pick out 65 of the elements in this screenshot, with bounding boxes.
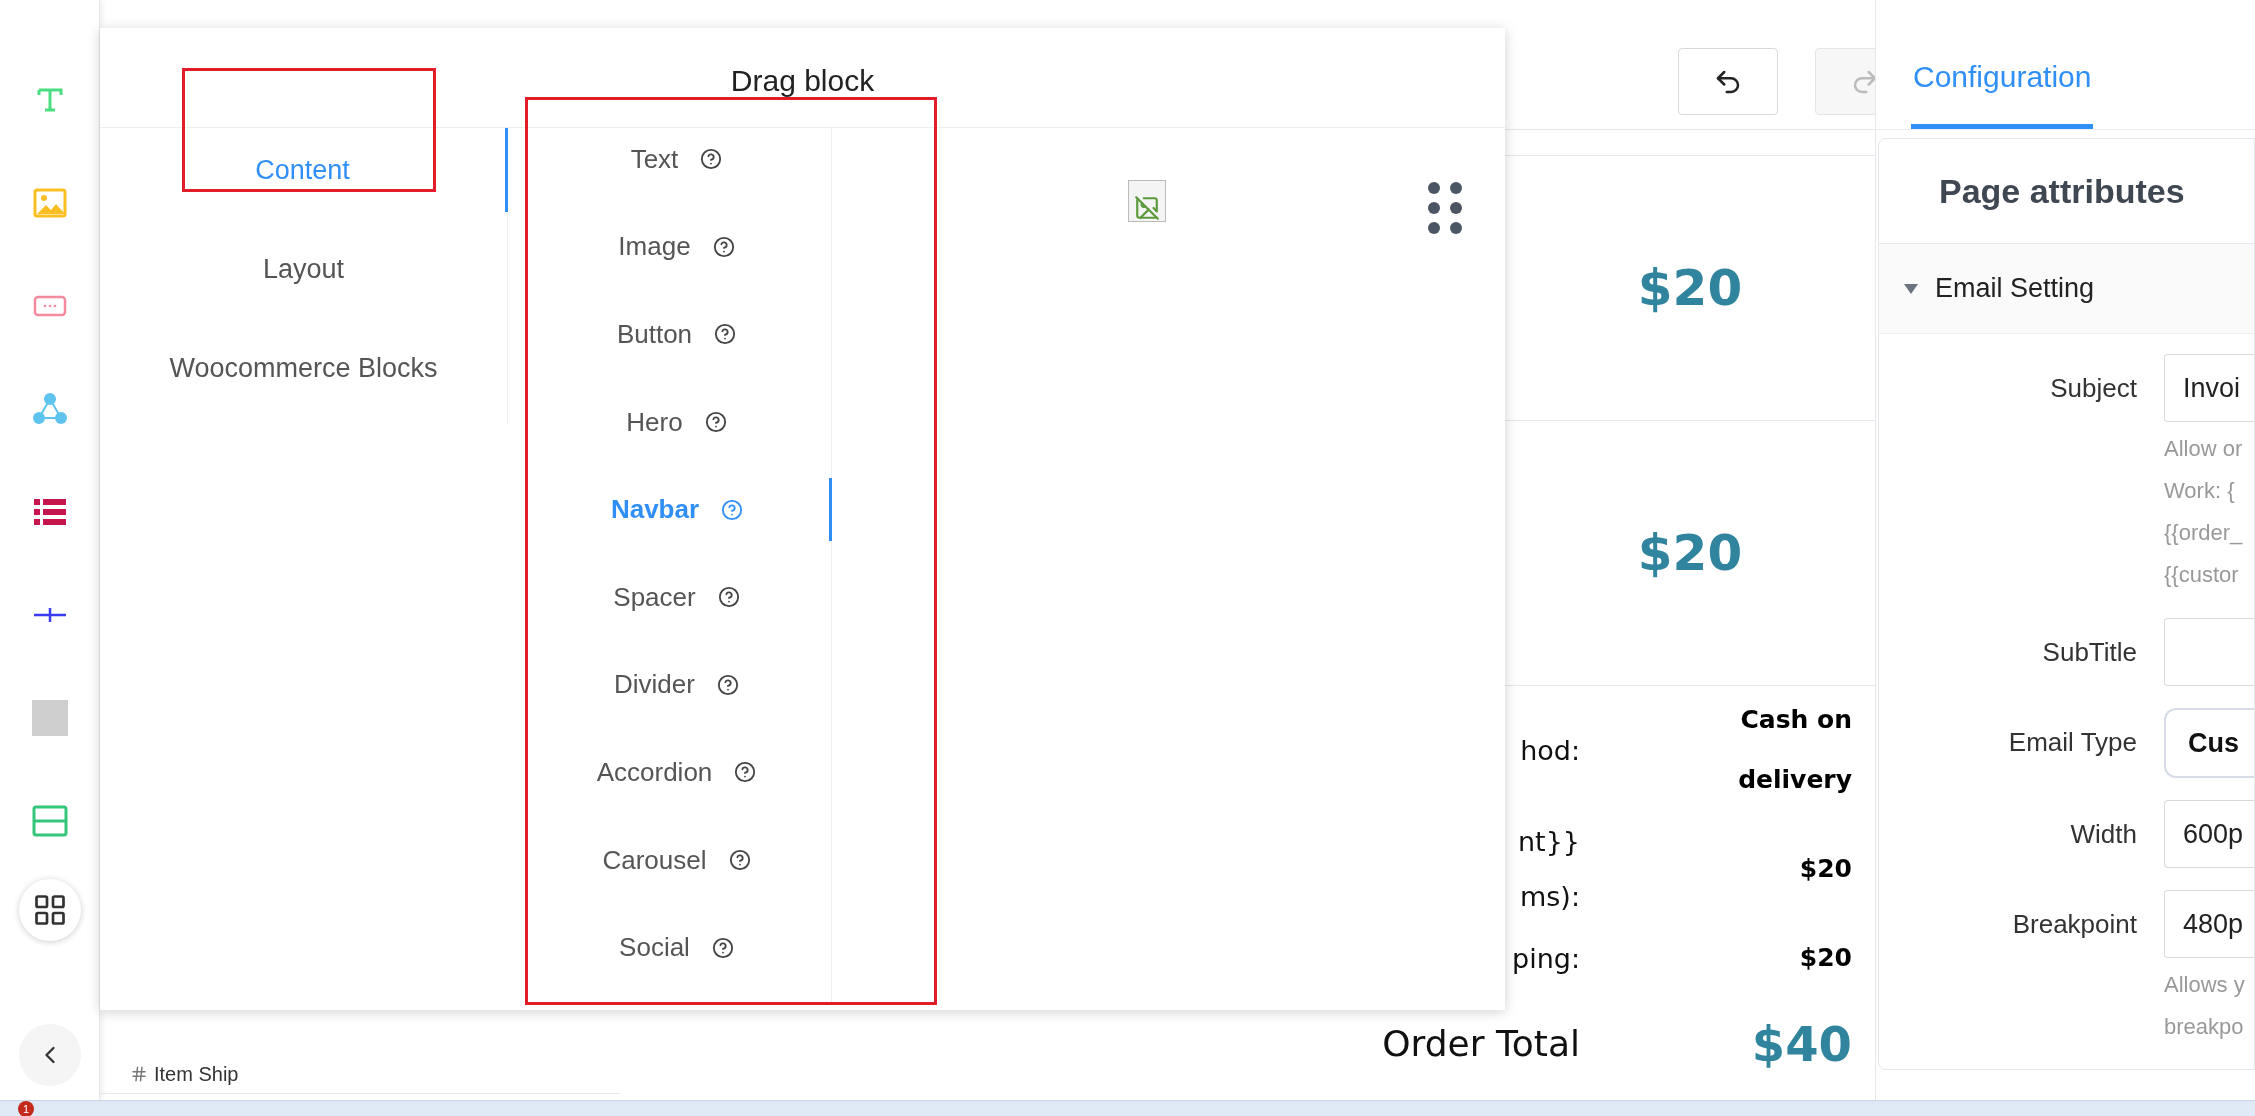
help-icon — [717, 586, 740, 609]
help-icon — [711, 936, 734, 959]
button-icon[interactable] — [32, 294, 67, 317]
field-label: Subject — [2050, 371, 2137, 405]
help-text: Allows y — [2164, 971, 2246, 999]
category-tab[interactable]: Layout — [100, 227, 507, 311]
summary-value: $20 — [1798, 853, 1852, 885]
help-text: Allow or — [2164, 435, 2244, 463]
notification-badge[interactable]: 1 — [18, 1101, 34, 1116]
help-text: {{order_ — [2164, 519, 2244, 547]
section-header[interactable]: Email Setting — [1879, 244, 2254, 334]
block-item[interactable]: Accordion — [525, 741, 831, 804]
block-item[interactable]: Social — [525, 916, 831, 979]
panel-title: Drag block — [730, 63, 875, 99]
help-icon — [700, 148, 723, 171]
help-icon — [712, 235, 735, 258]
undo-button[interactable] — [1678, 48, 1778, 115]
total-label: Order Total — [1382, 1022, 1580, 1066]
help-icon — [734, 761, 757, 784]
help-icon — [721, 498, 744, 521]
input-field[interactable]: 600p — [2164, 800, 2254, 868]
help-icon — [704, 411, 727, 434]
help-text: Work: { — [2164, 477, 2236, 505]
price-text: $20 — [1637, 522, 1743, 584]
layer-item[interactable]: Item Ship — [100, 1054, 620, 1094]
list-icon[interactable] — [32, 497, 67, 526]
block-item[interactable]: Carousel — [525, 828, 831, 892]
block-item[interactable]: Text — [525, 128, 831, 191]
field-label: Email Type — [2008, 725, 2137, 759]
category-tab[interactable]: Woocommerce Blocks — [100, 326, 507, 410]
block-item[interactable]: Divider — [525, 653, 831, 717]
help-icon — [714, 323, 737, 346]
block-item[interactable]: Spacer — [525, 565, 831, 629]
input-field[interactable]: Invoi — [2164, 354, 2254, 422]
share-icon[interactable] — [31, 391, 68, 426]
panel-title: Page attributes — [1939, 170, 2185, 212]
summary-label: hod: — [1520, 733, 1580, 768]
summary-label: ping: — [1512, 941, 1580, 976]
drag-handle-icon[interactable] — [1425, 180, 1465, 236]
help-icon — [716, 673, 739, 696]
email-type-select[interactable]: Cus — [2164, 708, 2254, 778]
input-field[interactable]: 480p — [2164, 890, 2254, 958]
summary-value: Cash on delivery — [1737, 704, 1852, 796]
help-icon — [728, 849, 751, 872]
field-label: Width — [2070, 817, 2137, 851]
image-icon[interactable] — [32, 187, 67, 218]
section-icon[interactable] — [31, 804, 68, 837]
price-text: $20 — [1637, 257, 1743, 319]
summary-label: ms): — [1520, 880, 1580, 914]
input-field[interactable] — [2164, 618, 2254, 686]
block-icon[interactable] — [31, 699, 68, 736]
summary-value: $20 — [1798, 942, 1852, 974]
hash-icon — [130, 1064, 148, 1083]
block-item[interactable]: Image — [525, 215, 831, 279]
caret-icon — [1903, 282, 1919, 295]
field-label: SubTitle — [2042, 635, 2137, 669]
block-item[interactable]: Button — [525, 303, 831, 366]
summary-label: nt}} — [1517, 825, 1580, 859]
apps-button[interactable] — [18, 879, 81, 941]
help-text: breakpo — [2164, 1013, 2245, 1041]
help-text: {{custor — [2164, 561, 2240, 589]
broken-image-icon — [1128, 180, 1166, 222]
block-item[interactable]: Hero — [525, 390, 831, 454]
total-value: $40 — [1751, 1015, 1852, 1074]
field-label: Breakpoint — [2012, 907, 2137, 941]
